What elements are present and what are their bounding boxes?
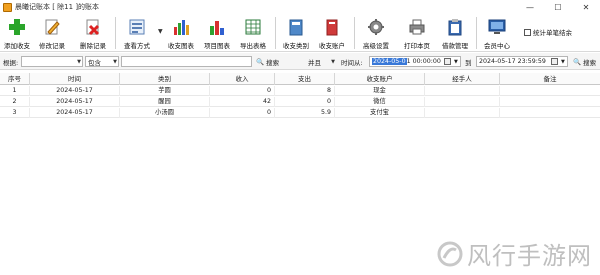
- maximize-button[interactable]: ☐: [544, 0, 572, 14]
- app-icon: [3, 2, 12, 12]
- table-row[interactable]: 2 2024-05-17 醒园 42 0 微信: [0, 97, 600, 107]
- view-icon: [127, 17, 147, 37]
- to-label: 到: [465, 58, 472, 67]
- cell-account: 支付宝: [335, 108, 425, 118]
- plus-icon: [7, 17, 27, 37]
- toolbar: 添加收支 修改记录 删除记录 查看方式 ▼ 收支图表 项目图表 导出表格 收支类…: [0, 14, 600, 52]
- export-icon: [243, 17, 263, 37]
- col-header-id[interactable]: 序号: [0, 73, 30, 85]
- cell-id: 2: [0, 97, 30, 107]
- filter-by-label: 根据:: [3, 58, 19, 67]
- search-keyword-input[interactable]: [121, 56, 252, 67]
- cell-category: 芋圆: [120, 86, 210, 96]
- toolbar-separator: [354, 17, 355, 49]
- print-button[interactable]: 打印本页: [401, 16, 433, 51]
- window-title: 晨曦记账本 [ 除11 ]的账本: [15, 3, 100, 11]
- bar-chart-icon: [171, 17, 191, 37]
- chevron-down-icon[interactable]: ▼: [561, 57, 565, 67]
- red-book-icon: [322, 17, 342, 37]
- delete-icon: [83, 17, 103, 37]
- cell-expense: 8: [275, 86, 335, 96]
- cell-note: [500, 97, 600, 107]
- col-header-time[interactable]: 时间: [30, 73, 120, 85]
- cell-time: 2024-05-17: [30, 108, 120, 118]
- cell-id: 1: [0, 86, 30, 96]
- advanced-settings-button[interactable]: 高级设置: [360, 16, 392, 51]
- cell-income: 0: [210, 86, 275, 96]
- close-button[interactable]: ✕: [572, 0, 600, 14]
- stat-single-checkbox[interactable]: 统计单笔结余: [524, 27, 572, 37]
- add-record-button[interactable]: 添加收支: [2, 16, 32, 51]
- search-button-2[interactable]: 🔍 搜索: [573, 56, 596, 67]
- search-icon: 🔍: [573, 57, 582, 66]
- time-from-label: 时间从:: [341, 58, 363, 67]
- pie-chart-icon: [207, 17, 227, 37]
- col-header-income[interactable]: 收入: [210, 73, 275, 85]
- view-mode-button[interactable]: 查看方式: [121, 16, 153, 51]
- cell-account: 现金: [335, 86, 425, 96]
- cell-handler: [425, 86, 500, 96]
- chevron-down-icon[interactable]: ▼: [454, 57, 458, 67]
- clipboard-icon: [445, 17, 465, 37]
- cell-expense: 0: [275, 97, 335, 107]
- book-icon: [286, 17, 306, 37]
- logic-select[interactable]: 并且 ▼: [305, 56, 337, 67]
- search-button[interactable]: 🔍 搜索: [256, 56, 279, 67]
- account-button[interactable]: 收支账户: [317, 16, 347, 51]
- filter-field-select[interactable]: ▼: [21, 56, 83, 67]
- cell-note: [500, 86, 600, 96]
- cell-note: [500, 108, 600, 118]
- cell-income: 42: [210, 97, 275, 107]
- cell-id: 3: [0, 108, 30, 118]
- date-from-picker[interactable]: 2024-05-0 1 00:00:00 ▼: [369, 56, 461, 67]
- printer-icon: [407, 17, 427, 37]
- monitor-icon: [487, 17, 507, 37]
- watermark-logo-icon: [437, 241, 463, 266]
- calendar-icon[interactable]: [444, 58, 451, 65]
- cell-time: 2024-05-17: [30, 97, 120, 107]
- category-button[interactable]: 收支类别: [281, 16, 311, 51]
- cell-account: 微信: [335, 97, 425, 107]
- col-header-account[interactable]: 收支账户: [335, 73, 425, 85]
- cell-handler: [425, 97, 500, 107]
- checkbox-box[interactable]: [524, 28, 531, 36]
- toolbar-separator: [115, 17, 116, 49]
- filter-bar: 根据: ▼ 包含 ▼ 🔍 搜索 并且 ▼ 时间从: 2024-05-0 1 00:00…: [0, 53, 600, 70]
- member-center-button[interactable]: 会员中心: [481, 16, 513, 51]
- edit-record-button[interactable]: 修改记录: [37, 16, 67, 51]
- window-controls: — ☐ ✕: [516, 0, 600, 14]
- loan-management-button[interactable]: 借款管理: [439, 16, 471, 51]
- toolbar-separator: [476, 17, 477, 49]
- table-row[interactable]: 3 2024-05-17 小汤圆 0 5.9 支付宝: [0, 108, 600, 118]
- edit-icon: [42, 17, 62, 37]
- cell-income: 0: [210, 108, 275, 118]
- col-header-note[interactable]: 备注: [500, 73, 600, 85]
- cell-expense: 5.9: [275, 108, 335, 118]
- toolbar-separator: [275, 17, 276, 49]
- export-table-button[interactable]: 导出表格: [238, 16, 268, 51]
- table-header: 序号 时间 类别 收入 支出 收支账户 经手人 备注: [0, 73, 600, 85]
- calendar-icon[interactable]: [551, 58, 558, 65]
- minimize-button[interactable]: —: [516, 0, 544, 14]
- cell-handler: [425, 108, 500, 118]
- delete-record-button[interactable]: 删除记录: [78, 16, 108, 51]
- income-chart-button[interactable]: 收支图表: [166, 16, 196, 51]
- view-dropdown-icon[interactable]: ▼: [158, 28, 163, 35]
- col-header-handler[interactable]: 经手人: [425, 73, 500, 85]
- project-chart-button[interactable]: 项目图表: [202, 16, 232, 51]
- match-mode-select[interactable]: 包含 ▼: [85, 56, 119, 67]
- cell-category: 醒园: [120, 97, 210, 107]
- watermark-text: 风行手游网: [467, 242, 592, 270]
- cell-category: 小汤圆: [120, 108, 210, 118]
- watermark: 风行手游网: [437, 236, 592, 271]
- search-icon: 🔍: [256, 57, 265, 66]
- gear-icon: [366, 17, 386, 37]
- col-header-expense[interactable]: 支出: [275, 73, 335, 85]
- title-bar: 晨曦记账本 [ 除11 ]的账本 — ☐ ✕: [0, 0, 600, 14]
- table-row[interactable]: 1 2024-05-17 芋圆 0 8 现金: [0, 86, 600, 96]
- cell-time: 2024-05-17: [30, 86, 120, 96]
- date-to-picker[interactable]: 2024-05-17 23:59:59 ▼: [476, 56, 568, 67]
- col-header-category[interactable]: 类别: [120, 73, 210, 85]
